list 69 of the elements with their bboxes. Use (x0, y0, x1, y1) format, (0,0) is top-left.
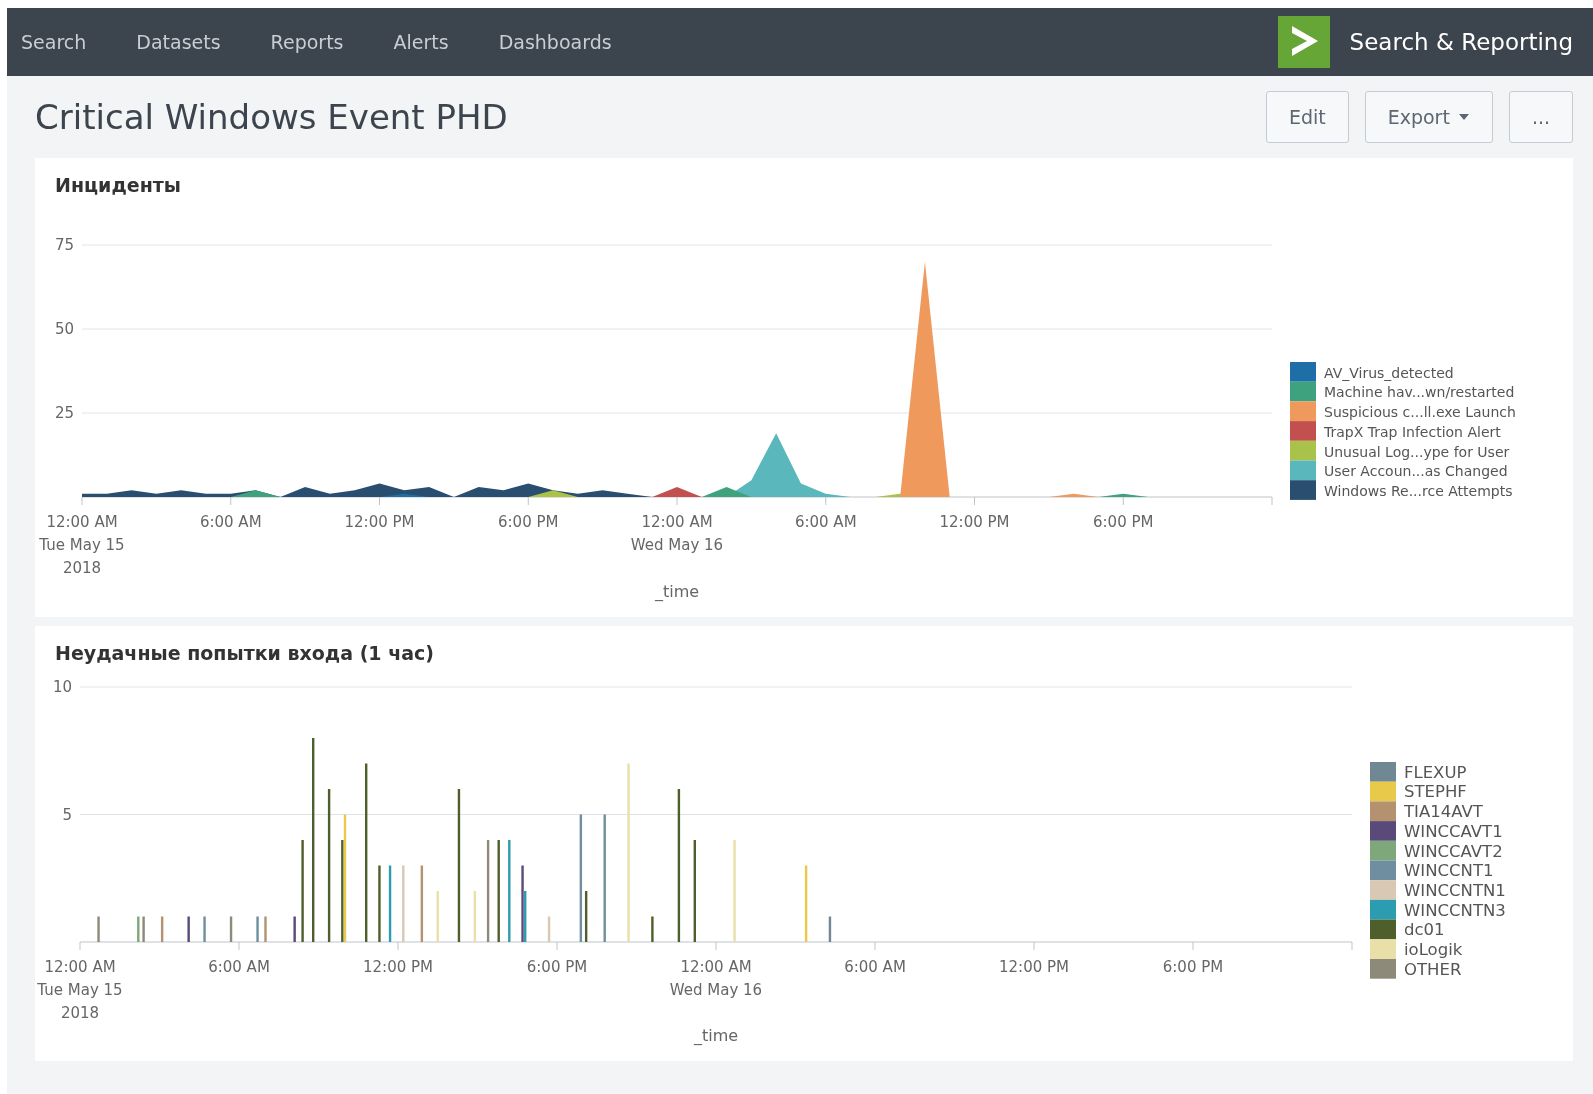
legend-label[interactable]: TrapX Trap Infection Alert (1324, 423, 1501, 440)
chart-bar (293, 916, 296, 942)
chart-bar (473, 890, 477, 942)
edit-button[interactable]: Edit (1265, 91, 1349, 143)
chart-bar (256, 916, 259, 942)
panel-title: Неудачные попытки входа (1 час) (54, 640, 435, 665)
legend-label[interactable]: WINCCAVT1 (1404, 821, 1503, 841)
axis-label: 6:00 AM (199, 512, 262, 531)
chart-bar (651, 916, 654, 942)
axis-label: 12:00 PM (363, 957, 433, 976)
panel-title: Инциденты (54, 173, 182, 197)
axis-title: _time (654, 581, 700, 601)
chart-bar (187, 916, 190, 942)
chart-bar (264, 916, 267, 942)
chart-bar (547, 916, 551, 942)
axis-label: 12:00 PM (999, 957, 1069, 976)
chart-bar (436, 890, 439, 942)
caret-icon (1457, 113, 1470, 121)
app-name: Search & Reporting (1349, 27, 1573, 57)
axis-title: _time (693, 1025, 739, 1045)
legend-label[interactable]: TIA14AVT (1404, 801, 1483, 821)
nav-link[interactable]: Dashboards (498, 27, 612, 57)
chart-bar (142, 916, 145, 942)
chart-bar (160, 916, 164, 942)
nav-link[interactable]: Reports (270, 27, 344, 57)
axis-label: 50 (54, 319, 74, 338)
axis-label: 6:00 PM (498, 512, 559, 531)
axis-label: 25 (54, 403, 74, 422)
axis-label: 12:00 AM Wed May 16 (630, 512, 724, 554)
axis-label: 12:00 PM (939, 512, 1010, 531)
axis-label: 6:00 AM (844, 957, 906, 976)
axis-label: 12:00 PM (344, 512, 415, 531)
axis-label: 5 (62, 805, 72, 824)
page-title: Critical Windows Event PHD (35, 96, 508, 138)
legend-label[interactable]: User Accoun...as Changed (1324, 463, 1508, 479)
legend-label[interactable]: WINCCNTN3 (1404, 900, 1506, 920)
nav-link[interactable]: Search (21, 27, 87, 57)
chart-bar (828, 916, 832, 942)
legend-label[interactable]: OTHER (1404, 959, 1462, 979)
more-button[interactable]: ... (1508, 91, 1573, 143)
chart-bar (97, 916, 100, 942)
export-button[interactable]: Export (1364, 91, 1493, 143)
legend-label[interactable]: dc01 (1404, 919, 1445, 939)
legend-label[interactable]: WINCCAVT2 (1404, 841, 1503, 861)
axis-label: 12:00 AM Tue May 15 2018 (37, 957, 123, 1022)
chart-bar (203, 916, 206, 942)
legend-label[interactable]: Unusual Log...ype for User (1324, 443, 1510, 460)
axis-label: 75 (54, 235, 74, 254)
axis-label: 6:00 PM (526, 957, 588, 976)
legend-label[interactable]: FLEXUP (1404, 762, 1467, 782)
legend-label[interactable]: WINCCNT1 (1404, 860, 1494, 880)
legend-label[interactable]: WINCCNTN1 (1404, 880, 1506, 900)
axis-label: 12:00 AM Wed May 16 (669, 957, 763, 999)
nav-link[interactable]: Alerts (393, 27, 449, 57)
legend-label[interactable]: AV_Virus_detected (1324, 364, 1454, 381)
axis-label: 6:00 PM (1093, 512, 1154, 531)
nav-link[interactable]: Datasets (136, 27, 221, 57)
axis-label: 6:00 PM (1162, 957, 1224, 976)
chart-bar (137, 916, 140, 942)
axis-label: 6:00 AM (794, 512, 857, 531)
legend-label[interactable]: ioLogik (1404, 939, 1463, 959)
axis-label: 10 (52, 677, 72, 696)
legend-label[interactable]: Suspicious c...ll.exe Launch (1324, 403, 1516, 420)
axis-label: 12:00 AM Tue May 15 2018 (39, 512, 125, 577)
axis-label: 6:00 AM (208, 957, 270, 976)
legend-label[interactable]: Windows Re...rce Attempts (1324, 482, 1513, 499)
legend-label[interactable]: STEPHF (1404, 782, 1467, 801)
legend-label[interactable]: Machine hav...wn/restarted (1324, 384, 1515, 401)
chart-bar (229, 916, 233, 942)
